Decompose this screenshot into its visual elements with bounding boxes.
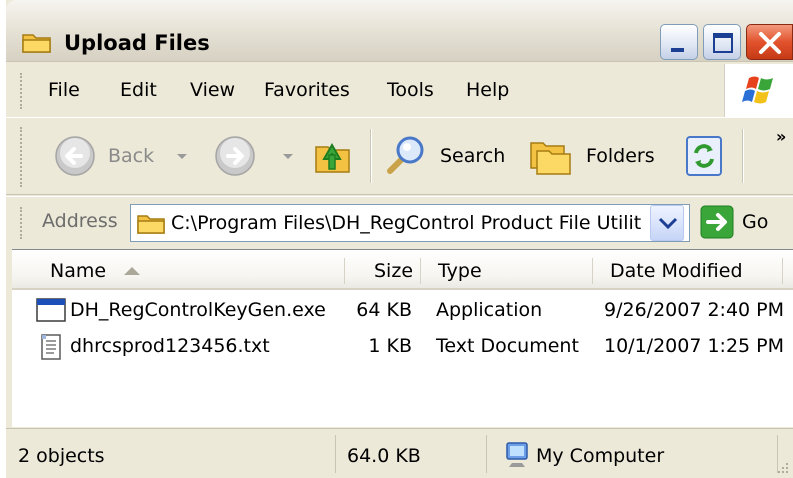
- search-icon: [387, 136, 424, 174]
- file-size: 64 KB: [356, 299, 412, 321]
- sort-ascending-icon: [124, 267, 140, 275]
- status-total-size: 64.0 KB: [347, 445, 421, 467]
- up-folder-button[interactable]: [310, 133, 360, 179]
- column-header-type[interactable]: Type: [438, 260, 482, 282]
- status-panel-zone: My Computer: [488, 435, 778, 473]
- views-button[interactable]: [682, 133, 726, 179]
- column-divider[interactable]: [420, 258, 421, 284]
- file-type: Application: [436, 299, 543, 321]
- search-label: Search: [440, 145, 506, 167]
- folder-icon: [137, 215, 165, 234]
- column-divider[interactable]: [344, 258, 345, 284]
- status-bar: 2 objects 64.0 KB My Computer: [6, 428, 793, 478]
- file-name: DH_RegControlKeyGen.exe: [70, 299, 326, 321]
- toolbar-separator: [370, 129, 372, 183]
- file-list-view[interactable]: Name Size Type Date Modified DH_RegContr…: [12, 249, 793, 427]
- maximize-icon: [713, 33, 733, 53]
- menu-help[interactable]: Help: [466, 79, 509, 101]
- menu-file[interactable]: File: [48, 79, 80, 101]
- close-button[interactable]: [746, 24, 793, 60]
- column-header-date-modified[interactable]: Date Modified: [610, 260, 743, 282]
- file-date: 9/26/2007 2:40 PM: [604, 299, 785, 321]
- file-size: 1 KB: [368, 335, 412, 357]
- file-date: 10/1/2007 1:25 PM: [604, 335, 785, 357]
- title-bar[interactable]: Upload Files: [6, 0, 793, 62]
- column-divider[interactable]: [592, 258, 593, 284]
- toolbar-overflow-icon[interactable]: »: [776, 127, 786, 146]
- minimize-icon: [671, 48, 684, 52]
- explorer-window: Upload Files File Edit View Favorites To…: [6, 0, 793, 478]
- back-dropdown-icon[interactable]: [176, 153, 188, 161]
- back-label: Back: [108, 145, 155, 167]
- column-divider[interactable]: [782, 258, 783, 284]
- close-icon: [759, 32, 781, 54]
- file-type: Text Document: [436, 335, 579, 357]
- menubar-grip[interactable]: [20, 73, 24, 109]
- file-row[interactable]: DH_RegControlKeyGen.exe 64 KB Applicatio…: [12, 294, 793, 328]
- address-bar: Address C:\Program Files\DH_RegControl P…: [6, 196, 793, 248]
- back-arrow-icon: [55, 136, 95, 176]
- status-object-count: 2 objects: [18, 445, 105, 467]
- search-button[interactable]: Search: [382, 133, 512, 179]
- folders-label: Folders: [586, 145, 655, 167]
- windows-logo-area: [724, 64, 793, 117]
- column-header-name[interactable]: Name: [50, 260, 106, 282]
- address-label: Address: [42, 210, 118, 232]
- toolbar-separator: [742, 129, 744, 183]
- column-header-size[interactable]: Size: [374, 260, 413, 282]
- windows-logo-icon: [742, 76, 773, 104]
- my-computer-icon: [506, 442, 528, 467]
- forward-button[interactable]: [212, 133, 302, 179]
- text-file-icon: [41, 334, 61, 360]
- folder-icon: [22, 34, 51, 53]
- menu-bar: File Edit View Favorites Tools Help: [6, 63, 793, 118]
- toolbar-grip[interactable]: [20, 127, 24, 187]
- application-icon: [36, 298, 66, 322]
- up-folder-icon: [315, 142, 350, 173]
- menu-view[interactable]: View: [190, 79, 235, 101]
- back-button[interactable]: Back: [52, 133, 192, 179]
- menu-edit[interactable]: Edit: [120, 79, 157, 101]
- address-value: C:\Program Files\DH_RegControl Product F…: [171, 212, 642, 234]
- status-panel-objects: 2 objects: [6, 435, 336, 473]
- resize-grip-icon[interactable]: [775, 460, 789, 474]
- menu-tools[interactable]: Tools: [387, 79, 434, 101]
- forward-arrow-icon: [215, 136, 255, 176]
- minimize-button[interactable]: [660, 24, 698, 60]
- standard-toolbar: Back Search Folders »: [6, 119, 793, 195]
- status-panel-size: 64.0 KB: [337, 435, 487, 473]
- file-name: dhrcsprod123456.txt: [70, 335, 270, 357]
- window-title: Upload Files: [64, 31, 210, 55]
- column-headers: Name Size Type Date Modified: [12, 250, 793, 290]
- folders-button[interactable]: Folders: [528, 133, 668, 179]
- addressbar-grip[interactable]: [20, 207, 24, 239]
- go-button[interactable]: Go: [698, 205, 788, 241]
- folders-icon: [530, 142, 571, 175]
- status-zone: My Computer: [536, 445, 665, 467]
- go-label: Go: [742, 211, 769, 233]
- address-dropdown-button[interactable]: [650, 205, 684, 241]
- forward-dropdown-icon[interactable]: [282, 153, 294, 161]
- sync-icon: [686, 136, 722, 176]
- go-arrow-icon: [700, 205, 734, 239]
- file-row[interactable]: dhrcsprod123456.txt 1 KB Text Document 1…: [12, 330, 793, 364]
- address-input[interactable]: C:\Program Files\DH_RegControl Product F…: [130, 204, 690, 242]
- maximize-button[interactable]: [703, 24, 741, 60]
- chevron-down-icon: [658, 217, 678, 230]
- menu-favorites[interactable]: Favorites: [264, 79, 350, 101]
